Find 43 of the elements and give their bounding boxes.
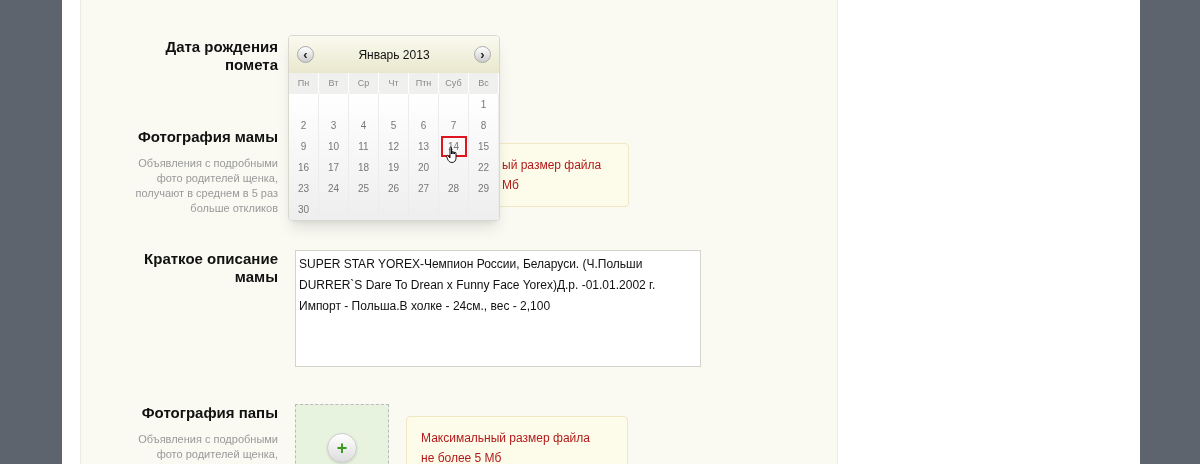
month-title: Январь 2013 [358,46,430,64]
tooltip-text: ый размер файла [502,157,603,174]
day-cell[interactable]: 2 [290,115,317,136]
day-cell[interactable]: 24 [320,178,347,199]
day-cell[interactable]: 17 [320,157,347,178]
day-cell[interactable]: 30 [290,199,317,220]
day-cell[interactable]: 25 [350,178,377,199]
day-cell[interactable]: 28 [440,178,467,199]
field-label: Фотография папы [140,404,278,422]
day-cell[interactable]: 20 [410,157,437,178]
day-cell[interactable]: 4 [350,115,377,136]
field-label: Краткое описание мамы [143,250,278,286]
day-cell[interactable]: 12 [380,136,407,157]
day-cell[interactable]: 11 [350,136,377,157]
day-cell[interactable]: 16 [290,157,317,178]
field-label: Дата рождения помета [164,38,278,74]
day-cell[interactable]: 19 [380,157,407,178]
hint-text: Объявления с подробными фото родителей щенка, получают в среднем в 5 раз больше откликов [134,156,278,216]
nav-button[interactable]: ‹ [297,46,314,63]
day-cell[interactable]: 7 [440,115,467,136]
day-cell[interactable]: 10 [320,136,347,157]
day-cell[interactable]: 13 [410,136,437,157]
day-cell[interactable]: 6 [410,115,437,136]
day-cell[interactable]: 9 [290,136,317,157]
field-label: Фотография мамы [136,128,278,146]
day-cell[interactable]: 1 [470,94,497,115]
day-cell[interactable]: 27 [410,178,437,199]
day-cell[interactable]: 26 [380,178,407,199]
day-cell[interactable]: 8 [470,115,497,136]
nav-button[interactable]: › [474,46,491,63]
day-cell[interactable]: 29 [470,178,497,199]
day-cell[interactable]: 5 [380,115,407,136]
tooltip-text: Максимальный размер файла [421,430,591,447]
day-cell[interactable]: 15 [470,136,497,157]
day-cell[interactable]: 23 [290,178,317,199]
day-cell[interactable]: 18 [350,157,377,178]
day-cell[interactable]: 3 [320,115,347,136]
day-cell[interactable]: 22 [470,157,497,178]
hint-text: Объявления с подробными фото родителей щенка, [137,432,278,462]
tooltip-text: Мб [502,177,520,194]
description-field[interactable]: SUPER STAR YOREX-Чемпион России, Беларуси. (Ч.Польши DURRER`S Dare To Drean x Funny Face Yorex)Д.р. -01.01.2002 г. Импорт - Польша.В холке - 24см., вес - 2,100 [295,250,701,367]
tooltip-text: не более 5 Мб [421,450,503,464]
add-button[interactable]: + [327,433,357,463]
